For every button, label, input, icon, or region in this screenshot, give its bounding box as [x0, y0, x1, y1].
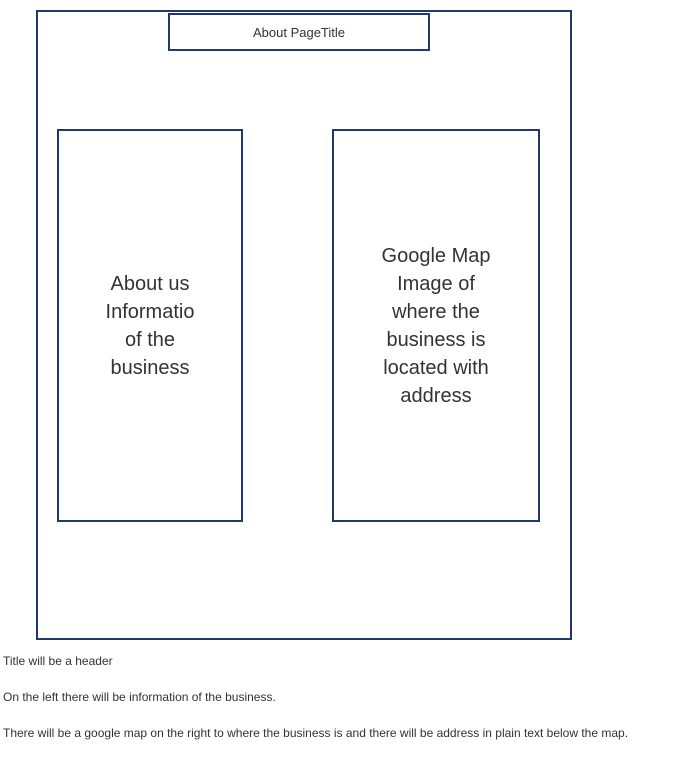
map-panel: Google Map Image of where the business i…	[332, 129, 540, 522]
note-right-map: There will be a google map on the right …	[3, 726, 629, 740]
map-panel-line: Google Map	[381, 244, 491, 267]
page-title-box: About PageTitle	[168, 13, 430, 51]
map-panel-line: Image of	[397, 272, 475, 295]
page-title-label: About PageTitle	[252, 24, 346, 40]
about-info-line: About us	[110, 272, 190, 295]
about-info-panel: About us Informatio of the business	[57, 129, 243, 522]
note-title-header: Title will be a header	[3, 654, 113, 668]
map-panel-line: address	[400, 384, 472, 407]
about-info-line: Informatio	[105, 300, 195, 323]
about-info-text: About us Informatio of the business	[105, 270, 195, 382]
map-panel-line: where the	[392, 300, 480, 323]
map-panel-text: Google Map Image of where the business i…	[376, 242, 496, 410]
note-left-info: On the left there will be information of…	[3, 690, 276, 704]
about-info-line: of the	[124, 328, 176, 351]
description-notes: Title will be a header On the left there…	[3, 654, 687, 762]
map-panel-line: business is	[386, 328, 486, 351]
map-panel-line: located with	[383, 356, 489, 379]
about-info-line: business	[110, 356, 190, 379]
